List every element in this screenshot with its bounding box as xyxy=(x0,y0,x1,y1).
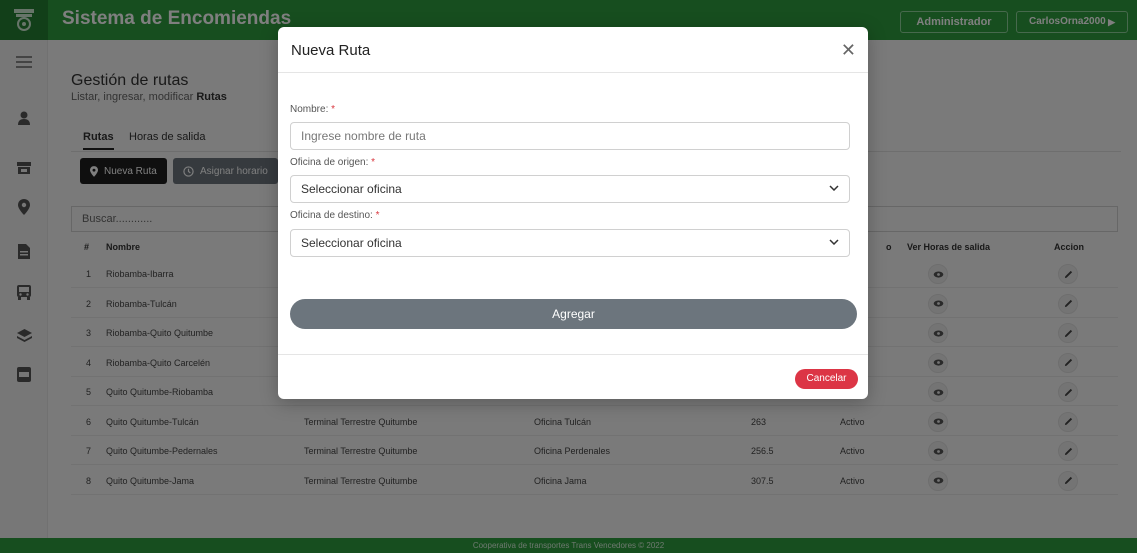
dest-label: Oficina de destino: * xyxy=(290,210,380,221)
dest-label-text: Oficina de destino: xyxy=(290,210,373,221)
close-icon[interactable]: ✕ xyxy=(841,40,856,61)
name-label: Nombre: * xyxy=(290,104,335,115)
dest-select-value: Seleccionar oficina xyxy=(301,236,402,250)
origin-label: Oficina de origen: * xyxy=(290,157,375,168)
new-route-modal: Nueva Ruta ✕ Nombre: * Ingrese nombre de… xyxy=(278,27,868,399)
cancel-button[interactable]: Cancelar xyxy=(795,369,858,389)
origin-office-select[interactable]: Seleccionar oficina xyxy=(290,175,850,203)
required-mark: * xyxy=(331,104,336,115)
origin-label-text: Oficina de origen: xyxy=(290,157,369,168)
add-button[interactable]: Agregar xyxy=(290,299,857,329)
required-mark: * xyxy=(375,210,380,221)
origin-select-value: Seleccionar oficina xyxy=(301,182,402,196)
route-name-input[interactable]: Ingrese nombre de ruta xyxy=(290,122,850,150)
required-mark: * xyxy=(371,157,376,168)
chevron-down-icon xyxy=(829,176,839,202)
name-label-text: Nombre: xyxy=(290,104,329,115)
modal-footer-divider xyxy=(278,354,868,355)
modal-divider xyxy=(278,72,868,73)
modal-title: Nueva Ruta xyxy=(291,42,371,59)
chevron-down-icon xyxy=(829,230,839,256)
destination-office-select[interactable]: Seleccionar oficina xyxy=(290,229,850,257)
